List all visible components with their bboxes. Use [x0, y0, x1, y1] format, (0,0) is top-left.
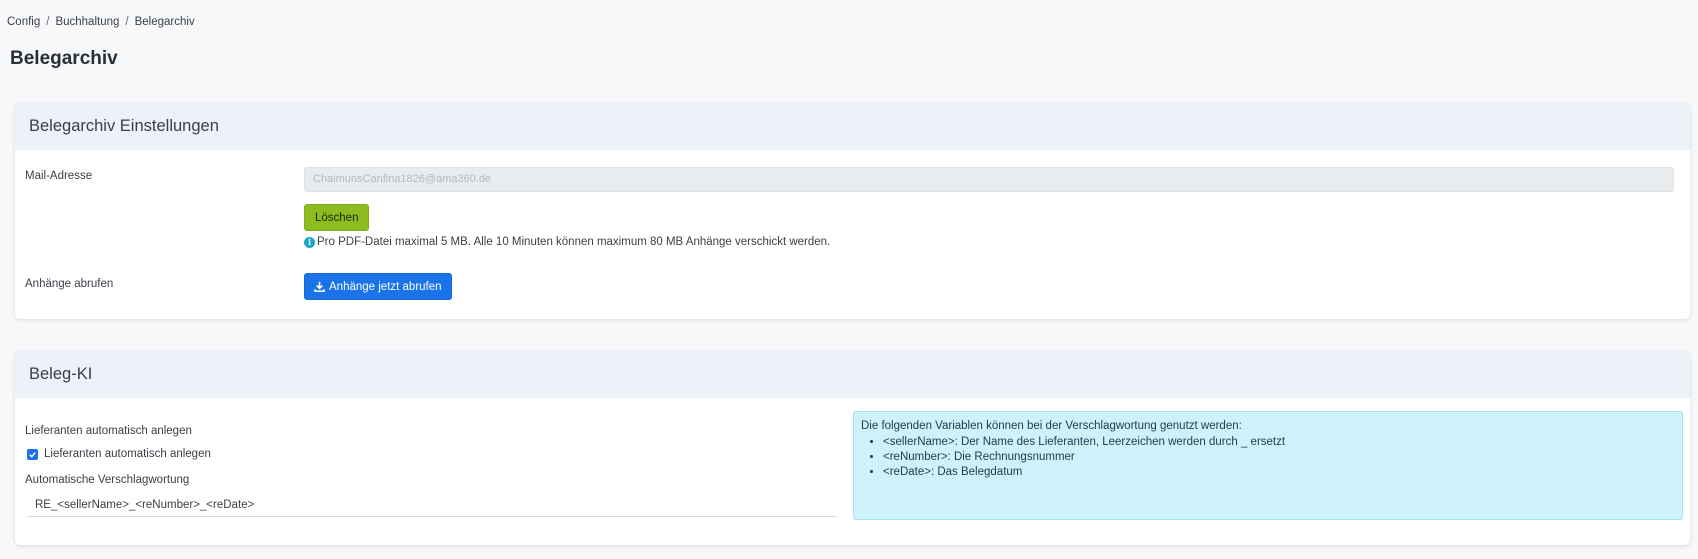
settings-card: Belegarchiv Einstellungen Mail-Adresse C… — [15, 103, 1690, 319]
breadcrumb-separator: / — [46, 16, 50, 28]
size-hint: i Pro PDF-Datei maximal 5 MB. Alle 10 Mi… — [304, 236, 830, 248]
variables-info-intro: Die folgenden Variablen können bei der V… — [861, 420, 1242, 432]
variables-list: <sellerName>: Der Name des Lieferanten, … — [861, 436, 1675, 478]
beleg-ki-card-title: Beleg-KI — [15, 351, 1690, 398]
variable-item-re-date: <reDate>: Das Belegdatum — [883, 466, 1675, 478]
fetch-attachments-label: Anhänge abrufen — [25, 278, 114, 290]
variables-info-box: Die folgenden Variablen können bei der V… — [853, 411, 1683, 520]
settings-card-title: Belegarchiv Einstellungen — [15, 103, 1690, 150]
beleg-ki-card: Beleg-KI Lieferanten automatisch anlegen… — [15, 351, 1690, 545]
fetch-attachments-button[interactable]: Anhänge jetzt abrufen — [304, 273, 452, 300]
breadcrumb-item-buchhaltung[interactable]: Buchhaltung — [55, 16, 119, 28]
download-icon — [314, 281, 325, 292]
auto-supplier-label: Lieferanten automatisch anlegen — [25, 425, 192, 437]
auto-supplier-checkbox[interactable] — [27, 448, 38, 460]
fetch-attachments-button-label: Anhänge jetzt abrufen — [329, 280, 442, 293]
breadcrumb-item-config[interactable]: Config — [7, 16, 40, 28]
checkmark-icon — [29, 451, 36, 458]
mail-address-label: Mail-Adresse — [25, 170, 93, 182]
size-hint-text: Pro PDF-Datei maximal 5 MB. Alle 10 Minu… — [317, 236, 831, 248]
auto-tagging-input[interactable] — [27, 493, 837, 517]
auto-tagging-label: Automatische Verschlagwortung — [25, 474, 190, 486]
breadcrumb-separator: / — [125, 16, 129, 28]
mail-address-field[interactable]: ChaimunsCanfina1826@ama360.de — [304, 167, 1674, 192]
info-icon: i — [304, 236, 315, 248]
breadcrumb-item-belegarchiv: Belegarchiv — [134, 16, 195, 28]
auto-supplier-checkbox-label: Lieferanten automatisch anlegen — [44, 448, 211, 460]
auto-supplier-checkbox-row[interactable]: Lieferanten automatisch anlegen — [27, 448, 211, 460]
variable-item-seller-name: <sellerName>: Der Name des Lieferanten, … — [883, 436, 1675, 448]
page-title: Belegarchiv — [10, 48, 118, 69]
delete-button[interactable]: Löschen — [304, 204, 370, 231]
breadcrumb: Config / Buchhaltung / Belegarchiv — [7, 16, 195, 28]
variable-item-re-number: <reNumber>: Die Rechnungsnummer — [883, 451, 1675, 463]
